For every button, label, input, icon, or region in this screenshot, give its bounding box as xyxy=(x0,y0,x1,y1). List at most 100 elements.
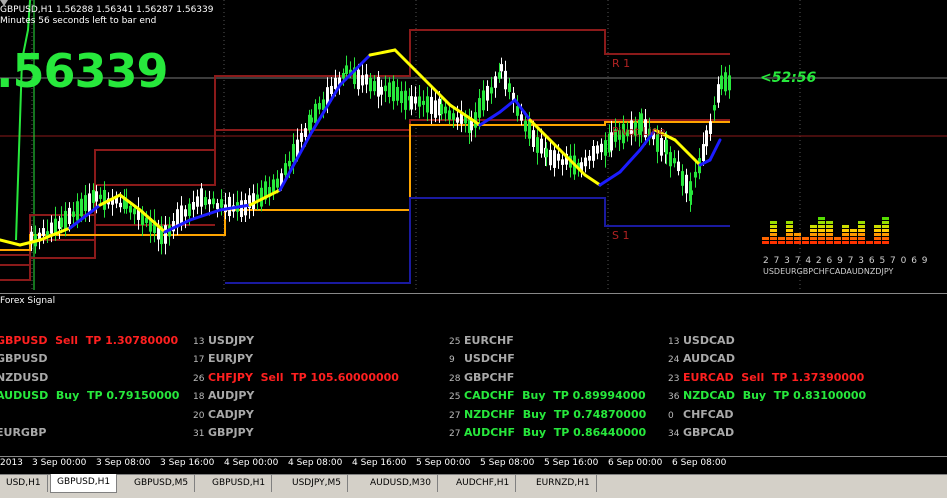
candle-body xyxy=(685,174,688,194)
chart-tab[interactable]: USDJPY,M5 xyxy=(286,475,348,492)
candle-body xyxy=(705,130,708,147)
chart-tab[interactable]: GBPUSD,H1 xyxy=(206,475,273,492)
signal-strength-number: 24 xyxy=(668,355,680,366)
time-axis-label: 2013 xyxy=(0,458,23,468)
candle-body xyxy=(553,150,556,168)
chart-info-line: GBPUSD,H1 1.56288 1.56341 1.56287 1.5633… xyxy=(0,5,214,15)
candle-body xyxy=(508,83,511,93)
strength-bar xyxy=(762,241,769,244)
signal-row: 34 GBPCAD xyxy=(668,424,866,442)
strength-values: 2 7 3 7 4 2 6 9 7 3 6 5 7 0 6 9 xyxy=(763,256,929,266)
candle-body xyxy=(498,72,501,79)
candle-body xyxy=(494,76,497,88)
signal-symbol: CHFJPY xyxy=(208,370,253,384)
candle-body xyxy=(334,77,337,90)
strength-bar xyxy=(882,237,889,240)
signal-symbol: AUDCHF xyxy=(464,425,516,439)
candle-body xyxy=(549,149,552,166)
strength-bar xyxy=(810,229,817,232)
candle-body xyxy=(288,160,291,167)
chart-tab[interactable]: USD,H1 xyxy=(0,475,48,492)
strength-bar xyxy=(770,225,777,228)
candle-body xyxy=(99,194,102,199)
chart-tab[interactable]: GBPUSD,M5 xyxy=(128,475,196,492)
signal-row: 23 EURCAD Sell TP 1.37390000 xyxy=(668,369,866,387)
candle-body xyxy=(673,158,676,164)
candle-body xyxy=(444,106,447,114)
signal-column-3: 25 EURCHF 9 USDCHF 28 GBPCHF 25 CADCHF Buy TP 0… xyxy=(449,332,646,442)
strength-bar xyxy=(818,233,825,236)
candle-body xyxy=(681,171,684,186)
chart-tab[interactable]: GBPUSD,H1 xyxy=(50,474,118,493)
candle-body xyxy=(284,163,287,175)
time-axis-label: 3 Sep 16:00 xyxy=(160,458,215,468)
strength-bar xyxy=(786,233,793,236)
candle-body xyxy=(694,171,697,178)
candle-body xyxy=(418,96,421,107)
strength-bar xyxy=(810,237,817,240)
strength-bar xyxy=(858,225,865,228)
candle-body xyxy=(470,120,473,131)
strength-bar xyxy=(874,237,881,240)
candle-body xyxy=(164,225,167,244)
strength-bar xyxy=(794,237,801,240)
signal-row: 0 CHFCAD xyxy=(668,406,866,424)
strength-bar xyxy=(794,233,801,236)
candle-body xyxy=(361,75,364,86)
chart-tabs-bar: USD,H1 GBPUSD,H1 GBPUSD,M5 GBPUSD,H1 USDJPY,… xyxy=(0,474,947,498)
signal-strength-number: 27 xyxy=(449,428,461,439)
signal-row: 18 AUDJPY xyxy=(193,387,399,405)
signal-symbol: EURJPY xyxy=(208,352,254,366)
candle-body xyxy=(357,69,360,90)
candle-body xyxy=(452,113,455,120)
moving-average-segment xyxy=(368,48,397,57)
strength-bar xyxy=(826,237,833,240)
signal-column-4: 13 USDCAD 24 AUDCAD 23 EURCAD Sell TP 1.37390… xyxy=(668,332,866,442)
candle-body xyxy=(129,205,132,213)
moving-average-segment xyxy=(618,148,642,174)
strength-bar xyxy=(826,233,833,236)
signal-strength-number: 31 xyxy=(193,428,205,439)
candle-body xyxy=(384,85,387,92)
strength-bar xyxy=(858,241,865,244)
candle-body xyxy=(410,96,413,110)
chart-tab[interactable]: EURNZD,H1 xyxy=(530,475,597,492)
strength-bar xyxy=(842,233,849,236)
candle-body xyxy=(76,201,79,221)
signal-symbol: USDCAD xyxy=(683,334,735,347)
candle-body xyxy=(414,96,417,104)
chart-tab[interactable]: AUDUSD,M30 xyxy=(364,475,438,492)
candle-body xyxy=(80,198,83,217)
strength-bar xyxy=(810,241,817,244)
moving-average-segment xyxy=(598,170,622,187)
signal-column-1: GBPUSD Sell TP 1.30780000 GBPUSD NZDUSD AUD… xyxy=(0,332,179,442)
candle-body xyxy=(660,138,663,156)
signal-row: 20 CADJPY xyxy=(193,406,399,424)
price-chart[interactable]: GBPUSD,H1 1.56288 1.56341 1.56287 1.5633… xyxy=(0,0,947,290)
signal-symbol: GBPCHF xyxy=(464,370,515,384)
pivot-level-line xyxy=(0,119,730,266)
strength-currencies: USDEURGBPCHFCADAUDNZDJPY xyxy=(763,267,894,276)
signal-symbol: CHFCAD xyxy=(683,407,734,421)
bar-timer-text: Minutes 56 seconds left to bar end xyxy=(0,16,157,26)
signal-symbol: EURCHF xyxy=(464,334,514,347)
time-axis-label: 5 Sep 08:00 xyxy=(480,458,535,468)
candle-body xyxy=(430,96,433,114)
signal-row: 13 USDJPY xyxy=(193,332,399,350)
candle-body xyxy=(64,210,67,230)
time-axis-label: 4 Sep 08:00 xyxy=(288,458,343,468)
strength-bar xyxy=(882,229,889,232)
signal-row: 28 GBPCHF xyxy=(449,369,646,387)
chart-tab[interactable]: AUDCHF,H1 xyxy=(450,475,517,492)
signal-action: Sell TP 1.30780000 xyxy=(47,334,179,347)
chart-scroll-indicator-icon[interactable] xyxy=(0,0,8,6)
signal-symbol: GBPJPY xyxy=(208,425,254,439)
current-price: .56339 xyxy=(0,44,169,98)
candle-body xyxy=(532,130,535,147)
candle-body xyxy=(669,152,672,167)
candle-body xyxy=(212,198,215,205)
strength-bar xyxy=(786,237,793,240)
candle-body xyxy=(400,91,403,104)
candle-body xyxy=(184,209,187,217)
candle-body xyxy=(482,90,485,111)
